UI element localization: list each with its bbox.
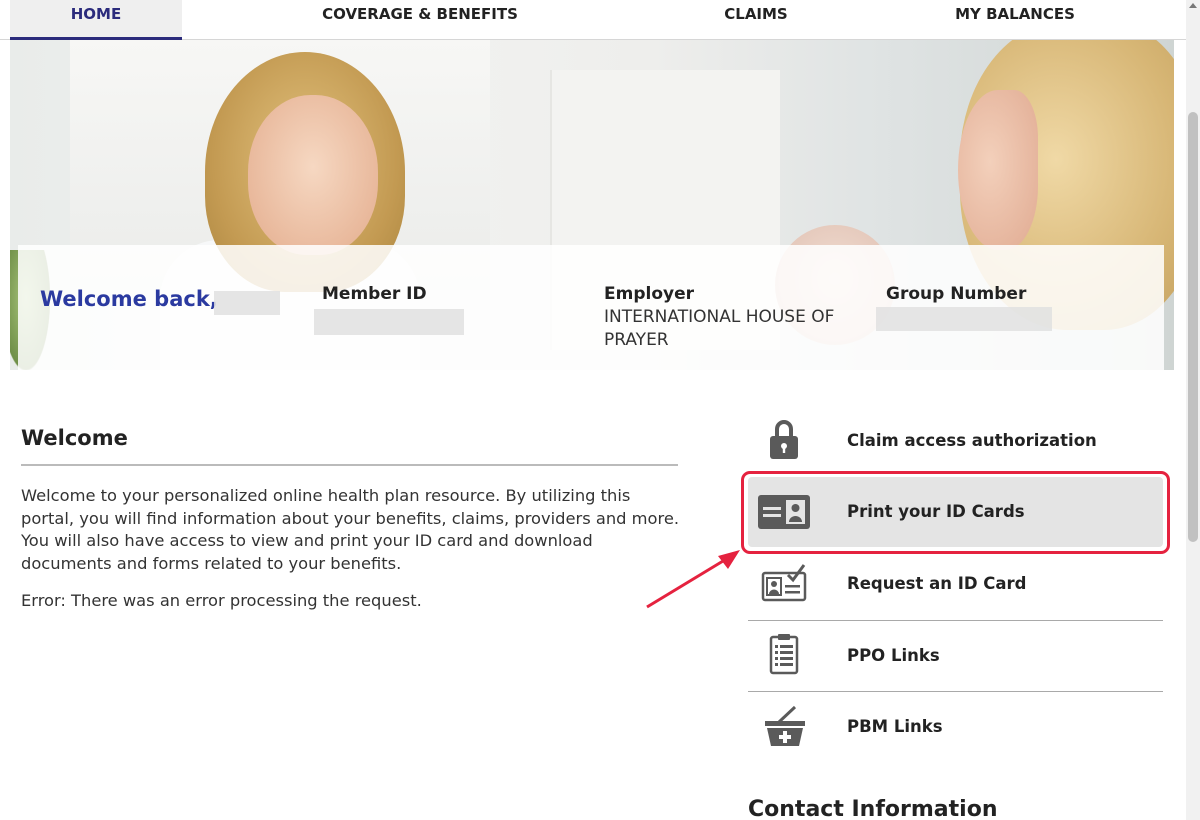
nav-tab-label: CLAIMS: [724, 5, 788, 23]
member-info-band: Welcome back, Member ID Employer INTERNA…: [18, 245, 1164, 370]
nav-tab-label: MY BALANCES: [955, 5, 1075, 23]
contact-information-heading: Contact Information: [748, 797, 998, 820]
welcome-heading: Welcome: [21, 426, 128, 450]
action-label: PBM Links: [847, 717, 943, 736]
basket-plus-icon: [754, 702, 814, 752]
employer-label: Employer: [604, 284, 694, 304]
nav-tab-label: COVERAGE & BENEFITS: [322, 5, 518, 23]
member-id-label: Member ID: [322, 284, 427, 304]
action-label: Request an ID Card: [847, 574, 1027, 593]
action-ppo-links[interactable]: PPO Links: [748, 621, 1163, 691]
redacted-member-name: [214, 291, 280, 315]
error-message: Error: There was an error processing the…: [21, 591, 422, 610]
welcome-back-text: Welcome back,: [40, 287, 218, 311]
nav-tab-label: HOME: [70, 5, 122, 23]
id-card-check-icon: [754, 559, 814, 609]
page-scrollbar[interactable]: [1186, 0, 1200, 820]
hero-patient-face: [958, 90, 1038, 250]
nav-tab-claims[interactable]: CLAIMS: [700, 0, 812, 40]
action-label: Claim access authorization: [847, 431, 1097, 450]
redacted-member-id: [314, 309, 464, 335]
clipboard-list-icon: [754, 631, 814, 681]
nav-tab-coverage-benefits[interactable]: COVERAGE & BENEFITS: [300, 0, 540, 40]
action-claim-access-authorization[interactable]: Claim access authorization: [748, 406, 1163, 476]
nav-tab-my-balances[interactable]: MY BALANCES: [940, 0, 1090, 40]
employer-value: INTERNATIONAL HOUSE OF PRAYER: [604, 307, 835, 350]
action-request-id-card[interactable]: Request an ID Card: [748, 549, 1163, 619]
top-nav: HOME COVERAGE & BENEFITS CLAIMS MY BALAN…: [0, 0, 1186, 50]
lock-icon: [754, 416, 814, 466]
action-pbm-links[interactable]: PBM Links: [748, 692, 1163, 762]
nav-tab-home[interactable]: HOME: [10, 0, 182, 50]
annotation-highlight-box: [741, 471, 1170, 554]
welcome-body-text: Welcome to your personalized online heal…: [21, 486, 680, 573]
welcome-divider: [21, 464, 678, 466]
hero-doctor-face: [248, 95, 378, 255]
scrollbar-thumb[interactable]: [1188, 112, 1198, 542]
scroll-up-arrow-icon[interactable]: [1189, 3, 1197, 8]
group-number-label: Group Number: [886, 284, 1027, 304]
redacted-group-number: [876, 307, 1052, 331]
action-label: PPO Links: [847, 646, 940, 665]
